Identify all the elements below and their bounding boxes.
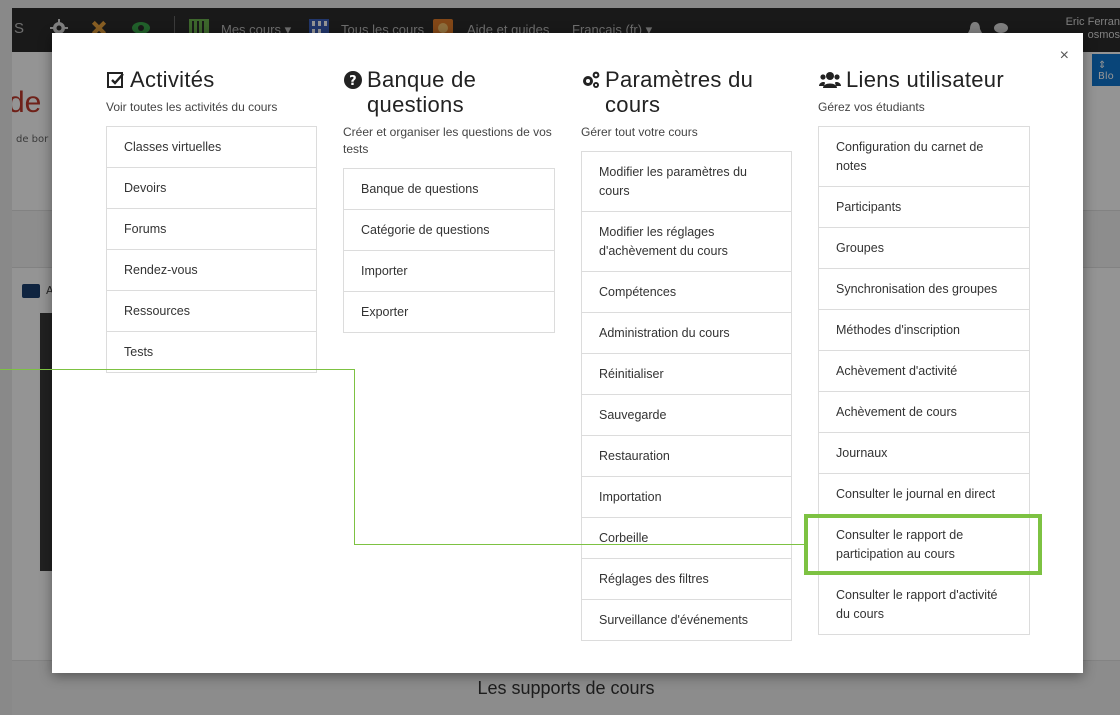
column-question-bank: ? Banque de questions Créer et organiser… [343, 67, 555, 333]
activities-list: Classes virtuelles Devoirs Forums Rendez… [106, 126, 317, 373]
column-activities: Activités Voir toutes les activités du c… [106, 67, 317, 373]
menu-item-edit-completion[interactable]: Modifier les réglages d'achèvement du co… [582, 211, 791, 271]
menu-item-export[interactable]: Exporter [344, 291, 554, 332]
menu-item-question-bank[interactable]: Banque de questions [344, 169, 554, 209]
menu-item-virtual-classes[interactable]: Classes virtuelles [107, 127, 316, 167]
annotation-line [0, 369, 354, 370]
menu-item-filter-settings[interactable]: Réglages des filtres [582, 558, 791, 599]
menu-item-gradebook-setup[interactable]: Configuration du carnet de notes [819, 127, 1029, 186]
menu-item-participants[interactable]: Participants [819, 186, 1029, 227]
menu-item-edit-course-settings[interactable]: Modifier les paramètres du cours [582, 152, 791, 211]
menu-item-reset[interactable]: Réinitialiser [582, 353, 791, 394]
menu-item-competencies[interactable]: Compétences [582, 271, 791, 312]
menu-item-activity-report[interactable]: Consulter le rapport d'activité du cours [819, 574, 1029, 634]
annotation-line [354, 369, 355, 545]
column-description: Créer et organiser les questions de vos … [343, 125, 552, 156]
menu-item-enrolment-methods[interactable]: Méthodes d'inscription [819, 309, 1029, 350]
menu-item-import-course[interactable]: Importation [582, 476, 791, 517]
menu-item-course-completion[interactable]: Achèvement de cours [819, 391, 1029, 432]
menu-item-recycle-bin[interactable]: Corbeille [582, 517, 791, 558]
menu-item-resources[interactable]: Ressources [107, 290, 316, 331]
column-description: Voir toutes les activités du cours [106, 100, 278, 114]
column-description: Gérez vos étudiants [818, 100, 925, 114]
course-settings-list: Modifier les paramètres du cours Modifie… [581, 151, 792, 641]
check-square-icon [107, 72, 124, 88]
column-title: ? Banque de questions [343, 67, 555, 117]
users-icon [819, 72, 841, 88]
course-menu-modal: × Activités Voir toutes les activités du… [0, 33, 1083, 673]
cogs-icon [583, 71, 600, 88]
menu-item-event-monitoring[interactable]: Surveillance d'événements [582, 599, 791, 640]
menu-item-forums[interactable]: Forums [107, 208, 316, 249]
menu-item-restore[interactable]: Restauration [582, 435, 791, 476]
menu-item-logs[interactable]: Journaux [819, 432, 1029, 473]
menu-item-course-administration[interactable]: Administration du cours [582, 312, 791, 353]
column-course-settings: Paramètres du cours Gérer tout votre cou… [581, 67, 792, 641]
menu-item-appointments[interactable]: Rendez-vous [107, 249, 316, 290]
menu-item-groups[interactable]: Groupes [819, 227, 1029, 268]
menu-item-question-category[interactable]: Catégorie de questions [344, 209, 554, 250]
column-title: Paramètres du cours [581, 67, 792, 117]
menu-item-backup[interactable]: Sauvegarde [582, 394, 791, 435]
question-bank-list: Banque de questions Catégorie de questio… [343, 168, 555, 333]
close-button[interactable]: × [1060, 47, 1069, 65]
menu-item-quizzes[interactable]: Tests [107, 331, 316, 372]
highlight-box [804, 514, 1042, 575]
column-title: Activités [106, 67, 317, 92]
column-title: Liens utilisateur [818, 67, 1030, 92]
menu-item-import[interactable]: Importer [344, 250, 554, 291]
menu-item-activity-completion[interactable]: Achèvement d'activité [819, 350, 1029, 391]
annotation-line [354, 544, 804, 545]
menu-item-group-sync[interactable]: Synchronisation des groupes [819, 268, 1029, 309]
column-description: Gérer tout votre cours [581, 125, 698, 139]
menu-item-live-logs[interactable]: Consulter le journal en direct [819, 473, 1029, 514]
svg-text:?: ? [349, 74, 357, 89]
menu-item-assignments[interactable]: Devoirs [107, 167, 316, 208]
question-circle-icon: ? [344, 71, 362, 89]
